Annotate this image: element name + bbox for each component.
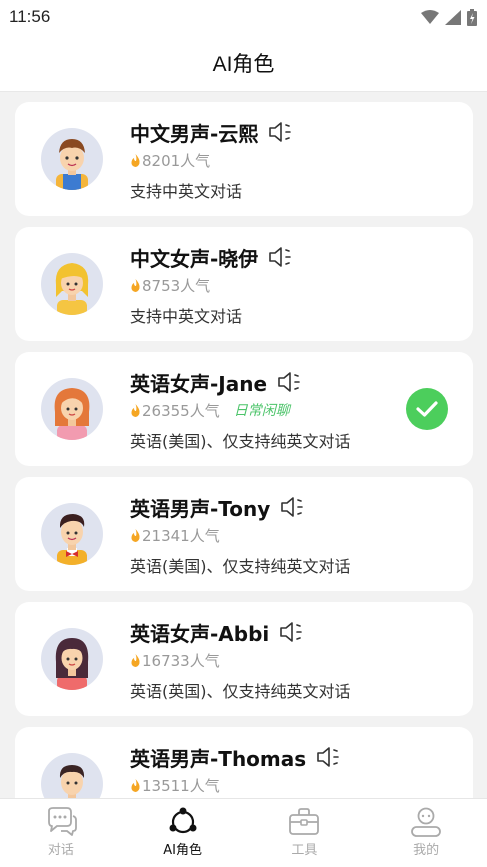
character-name: 中文男声-云熙 (130, 121, 259, 146)
fire-icon (130, 278, 141, 292)
speaker-icon[interactable] (279, 621, 303, 643)
status-icons (421, 8, 477, 26)
man-bowtie-avatar (41, 503, 103, 565)
toolbox-icon (289, 808, 320, 835)
selected-check-icon (406, 388, 448, 430)
boy-overalls-avatar (41, 128, 103, 190)
battery-icon (467, 8, 477, 26)
character-card[interactable]: 英语女声-Abbi 16733人气 英语(英国)、仅支持纯英文对话 (15, 602, 473, 716)
popularity-count: 13511人气 (142, 776, 220, 795)
wifi-icon (421, 10, 439, 24)
status-time: 11:56 (9, 7, 51, 26)
character-name: 英语女声-Abbi (130, 621, 270, 646)
profile-icon (411, 807, 442, 837)
character-description: 支持中英文对话 (130, 307, 243, 326)
tab-chat[interactable]: 对话 (0, 799, 122, 867)
character-card[interactable]: 英语男声-Thomas 13511人气 (15, 727, 473, 798)
popularity-count: 8753人气 (142, 276, 211, 295)
character-description: 英语(美国)、仅支持纯英文对话 (130, 557, 351, 576)
character-name: 中文女声-晓伊 (130, 246, 259, 271)
tab-label: 工具 (291, 843, 318, 858)
bottom-tab-bar: 对话 AI角色 工具 我的 (0, 798, 487, 867)
character-name: 英语男声-Tony (130, 496, 271, 521)
dark-hair-woman-avatar (41, 628, 103, 690)
status-bar: 11:56 (0, 0, 487, 34)
tab-ai-roles[interactable]: AI角色 (122, 799, 244, 867)
speaker-icon[interactable] (280, 496, 304, 518)
character-description: 英语(美国)、仅支持纯英文对话 (130, 432, 351, 451)
popularity-count: 8201人气 (142, 151, 211, 170)
signal-icon (445, 9, 461, 25)
chat-bubbles-icon (47, 807, 77, 836)
tab-tools[interactable]: 工具 (244, 799, 366, 867)
fire-icon (130, 653, 141, 667)
character-description: 支持中英文对话 (130, 182, 243, 201)
character-tag: 日常闲聊 (233, 403, 290, 419)
speaker-icon[interactable] (268, 121, 292, 143)
redhead-woman-avatar (41, 378, 103, 440)
man-avatar (41, 753, 103, 798)
blonde-girl-avatar (41, 253, 103, 315)
character-name: 英语女声-Jane (130, 371, 268, 396)
fire-icon (130, 153, 141, 167)
speaker-icon[interactable] (268, 246, 292, 268)
speaker-icon[interactable] (277, 371, 301, 393)
character-description: 英语(英国)、仅支持纯英文对话 (130, 682, 351, 701)
tab-label: 我的 (413, 843, 440, 858)
tab-label: 对话 (47, 843, 74, 858)
character-name: 英语男声-Thomas (130, 746, 307, 771)
app-header: AI角色 (0, 34, 487, 92)
character-card[interactable]: 中文女声-晓伊 8753人气 支持中英文对话 (15, 227, 473, 341)
tab-label: AI角色 (163, 843, 202, 858)
ai-nodes-icon (169, 807, 197, 834)
page-title: AI角色 (212, 52, 275, 76)
fire-icon (130, 403, 141, 417)
character-list[interactable]: 中文男声-云熙 8201人气 支持中英文对话 中文女声-晓伊 8753人气 支持… (0, 92, 487, 798)
popularity-count: 16733人气 (142, 651, 220, 670)
popularity-count: 21341人气 (142, 526, 220, 545)
character-card[interactable]: 中文男声-云熙 8201人气 支持中英文对话 (15, 102, 473, 216)
speaker-icon[interactable] (316, 746, 340, 768)
character-card[interactable]: 英语男声-Tony 21341人气 英语(美国)、仅支持纯英文对话 (15, 477, 473, 591)
popularity-count: 26355人气 (142, 401, 220, 420)
fire-icon (130, 778, 141, 792)
tab-profile[interactable]: 我的 (365, 799, 487, 867)
character-card-selected[interactable]: 英语女声-Jane 26355人气 日常闲聊 英语(美国)、仅支持纯英文对话 (15, 352, 473, 466)
fire-icon (130, 528, 141, 542)
